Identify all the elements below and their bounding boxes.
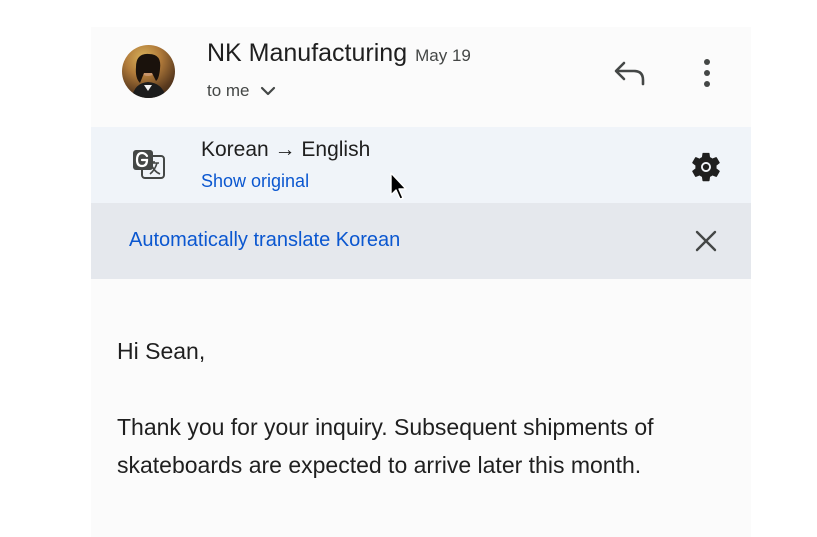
email-header: NK Manufacturing May 19 to me bbox=[91, 27, 751, 127]
translation-banner: Korean → English Show original bbox=[91, 127, 751, 203]
translate-icon bbox=[131, 147, 167, 183]
message-date: May 19 bbox=[415, 46, 471, 65]
reply-icon bbox=[614, 61, 645, 86]
auto-translate-link[interactable]: Automatically translate Korean bbox=[129, 229, 400, 252]
more-vert-icon bbox=[704, 59, 710, 87]
message-body: Hi Sean, Thank you for your inquiry. Sub… bbox=[117, 332, 717, 484]
email-card: NK Manufacturing May 19 to me Korean → E… bbox=[91, 27, 751, 537]
more-options-button[interactable] bbox=[695, 55, 719, 91]
avatar[interactable] bbox=[122, 45, 175, 98]
auto-translate-banner: Automatically translate Korean bbox=[91, 203, 751, 279]
avatar-photo bbox=[132, 53, 166, 98]
dismiss-auto-translate-button[interactable] bbox=[691, 226, 721, 256]
message-greeting: Hi Sean, bbox=[117, 338, 206, 364]
translation-settings-button[interactable] bbox=[686, 147, 726, 187]
sender-line: NK Manufacturing May 19 bbox=[207, 39, 471, 68]
language-pair: Korean → English bbox=[201, 138, 371, 161]
sender-name[interactable]: NK Manufacturing bbox=[207, 39, 407, 67]
reply-button[interactable] bbox=[611, 57, 649, 89]
mouse-pointer-icon bbox=[389, 171, 409, 201]
message-paragraph: Thank you for your inquiry. Subsequent s… bbox=[117, 414, 654, 478]
recipient-label: to me bbox=[207, 81, 250, 100]
show-original-link[interactable]: Show original bbox=[201, 171, 309, 192]
recipient-toggle[interactable]: to me bbox=[207, 81, 276, 101]
chevron-down-icon bbox=[260, 86, 275, 96]
close-icon bbox=[695, 230, 717, 252]
settings-gear-icon bbox=[692, 152, 720, 182]
